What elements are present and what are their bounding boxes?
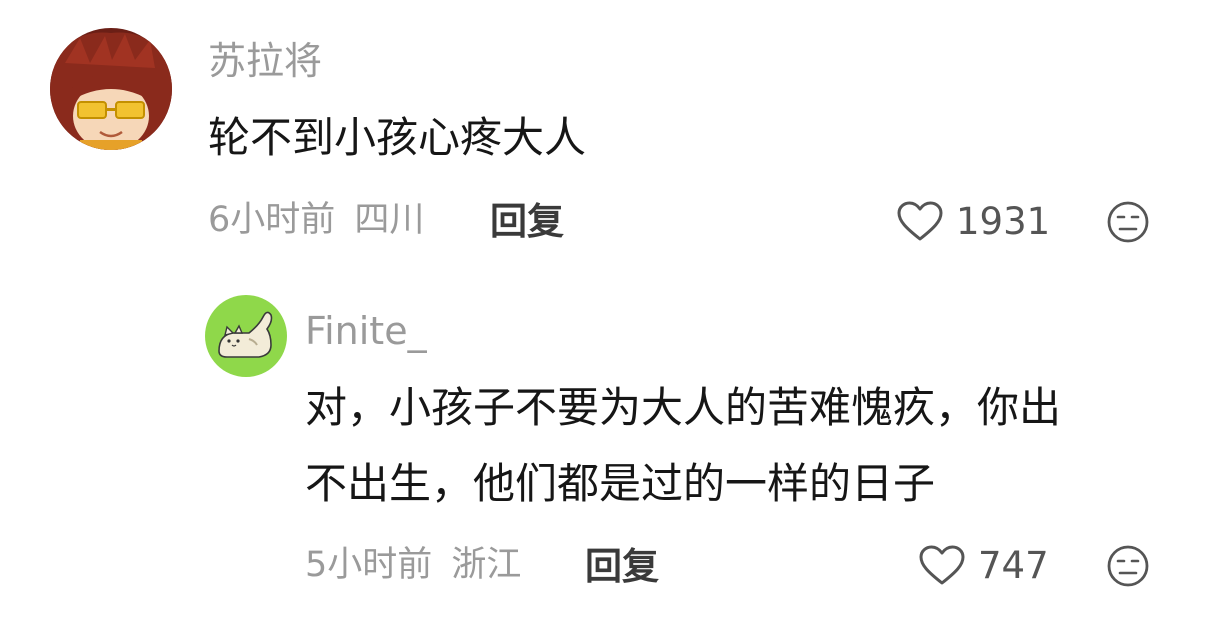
- like-button[interactable]: 1931: [896, 196, 1050, 246]
- comment-text: 轮不到小孩心疼大人: [208, 100, 586, 176]
- heart-icon: [897, 201, 943, 241]
- comment-time: 5小时前: [305, 545, 433, 585]
- avatar[interactable]: [205, 295, 287, 377]
- comment-username[interactable]: 苏拉将: [208, 42, 322, 80]
- comment-text-line: 不出生，他们都是过的一样的日子: [305, 459, 936, 508]
- comment-text-line: 轮不到小孩心疼大人: [208, 113, 587, 162]
- comment-text-line: 对，小孩子不要为大人的苦难愧疚，你出: [305, 383, 1062, 432]
- dislike-button[interactable]: [1106, 200, 1150, 244]
- comment-item: 苏拉将 轮不到小孩心疼大人 6小时前 四川 回复 1931: [0, 0, 1224, 270]
- comment-location: 浙江: [451, 545, 522, 585]
- avatar[interactable]: [50, 28, 172, 150]
- like-button[interactable]: 747: [918, 540, 1049, 590]
- comment-username[interactable]: Finite_: [305, 312, 427, 350]
- reply-comment-item: Finite_ 对，小孩子不要为大人的苦难愧疚，你出 不出生，他们都是过的一样的…: [0, 270, 1224, 632]
- comment-meta: 6小时前 四川: [208, 203, 424, 238]
- comment-meta: 5小时前 浙江: [305, 548, 521, 583]
- reply-button[interactable]: 回复: [585, 548, 659, 585]
- like-count: 747: [978, 543, 1049, 587]
- comment-text: 对，小孩子不要为大人的苦难愧疚，你出 不出生，他们都是过的一样的日子: [305, 370, 1061, 522]
- cat-avatar-icon: [205, 295, 287, 377]
- comment-time: 6小时前: [208, 200, 336, 240]
- dislike-button[interactable]: [1106, 544, 1150, 588]
- meh-face-icon: [1107, 201, 1149, 243]
- reply-button[interactable]: 回复: [490, 203, 564, 240]
- comment-location: 四川: [354, 200, 425, 240]
- like-count: 1931: [956, 199, 1051, 243]
- heart-icon: [919, 545, 965, 585]
- anime-character-avatar-icon: [50, 28, 172, 150]
- meh-face-icon: [1107, 545, 1149, 587]
